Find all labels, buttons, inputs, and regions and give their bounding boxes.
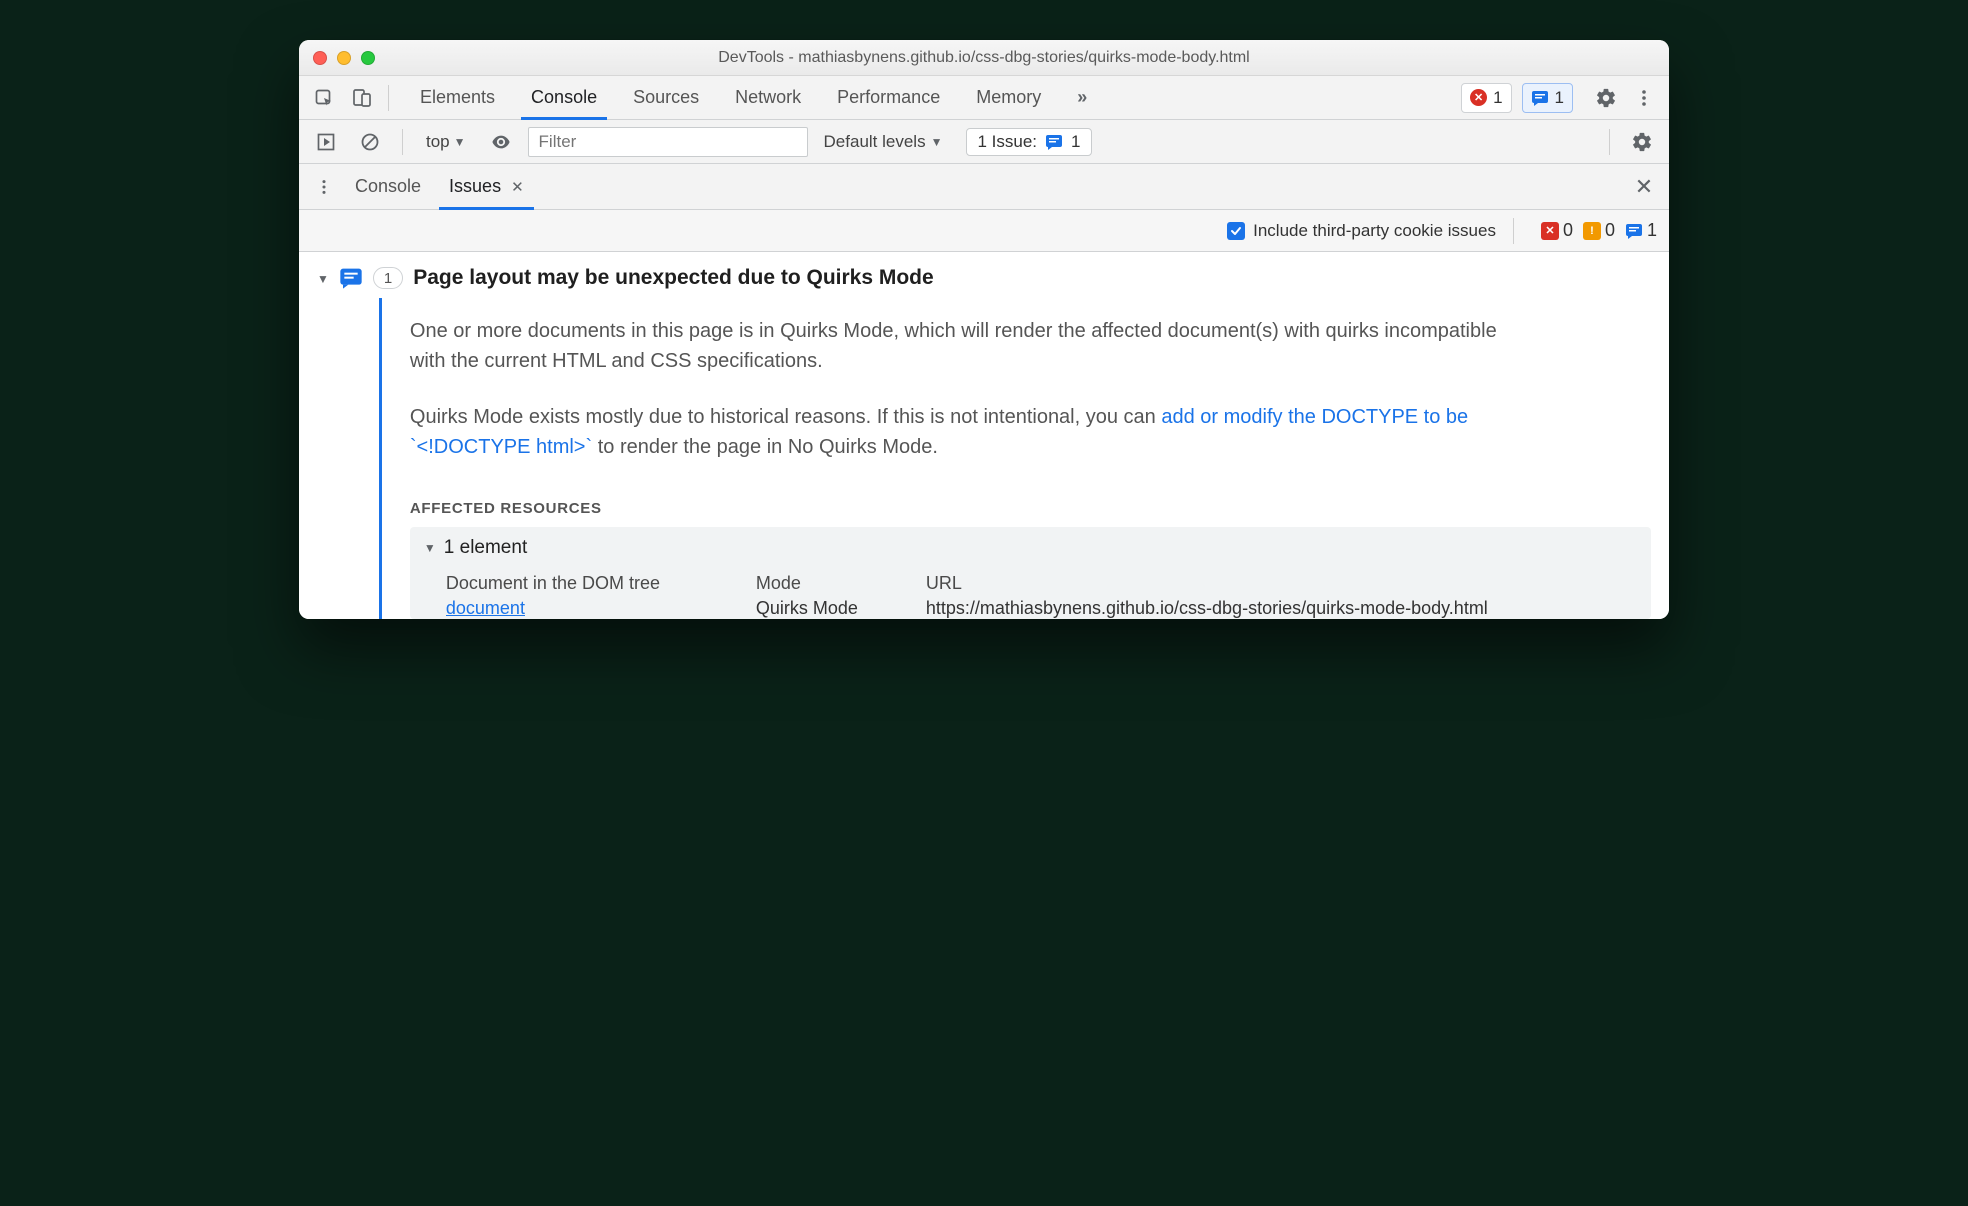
issue-header[interactable]: 1 Page layout may be unexpected due to Q… (339, 266, 1651, 290)
issue-description-1: One or more documents in this page is in… (410, 316, 1510, 376)
element-count-label: 1 element (444, 537, 527, 559)
inspect-element-icon[interactable] (307, 81, 341, 115)
more-tabs-icon[interactable]: » (1059, 76, 1105, 119)
filter-input[interactable] (528, 127, 808, 157)
issue-summary-label: 1 Issue: (977, 132, 1037, 152)
affected-resources-label: Affected Resources (410, 500, 1651, 517)
drawer-menu-icon[interactable] (307, 170, 341, 204)
issue-icon (1531, 89, 1549, 107)
tab-memory[interactable]: Memory (958, 76, 1059, 119)
tab-elements[interactable]: Elements (402, 76, 513, 119)
close-drawer-icon[interactable]: ✕ (1627, 170, 1661, 204)
affected-resources-box: ▼ 1 element Document in the DOM tree Mod… (410, 527, 1651, 619)
console-toolbar: top ▼ Default levels ▼ 1 Issue: 1 (299, 120, 1669, 164)
checkbox-checked-icon (1227, 222, 1245, 240)
issues-panel: ▼ 1 Page layout may be unexpected due to… (299, 252, 1669, 619)
errors-counter[interactable]: ✕ 1 (1461, 83, 1511, 113)
execute-icon[interactable] (309, 125, 343, 159)
error-square-icon: ✕ (1541, 222, 1559, 240)
drawer-tab-issues-label: Issues (449, 176, 501, 197)
divider (1513, 218, 1514, 244)
info-count[interactable]: 1 (1625, 220, 1657, 241)
document-link[interactable]: document (446, 598, 525, 618)
issue-count-pill: 1 (373, 267, 403, 289)
context-label: top (426, 132, 450, 152)
error-count[interactable]: ✕0 (1541, 220, 1573, 241)
cell-mode: Quirks Mode (756, 598, 906, 619)
issue-body: One or more documents in this page is in… (379, 298, 1651, 619)
titlebar: DevTools - mathiasbynens.github.io/css-d… (299, 40, 1669, 76)
col-url: URL (926, 573, 1637, 594)
issue-icon (339, 266, 363, 290)
expand-icon: ▼ (424, 541, 436, 555)
issues-toolbar: Include third-party cookie issues ✕0 !0 … (299, 210, 1669, 252)
chevron-down-icon: ▼ (931, 135, 943, 149)
drawer-tab-issues[interactable]: Issues ✕ (435, 164, 538, 209)
main-tabbar: Elements Console Sources Network Perform… (299, 76, 1669, 120)
chevron-down-icon: ▼ (454, 135, 466, 149)
live-expression-icon[interactable] (484, 125, 518, 159)
window-title: DevTools - mathiasbynens.github.io/css-d… (299, 49, 1669, 67)
main-tabs: Elements Console Sources Network Perform… (402, 76, 1105, 119)
issues-counter-top[interactable]: 1 (1522, 83, 1573, 113)
warning-square-icon: ! (1583, 222, 1601, 240)
tab-performance[interactable]: Performance (819, 76, 958, 119)
third-party-label: Include third-party cookie issues (1253, 221, 1496, 241)
levels-label: Default levels (824, 132, 926, 152)
issue-item: ▼ 1 Page layout may be unexpected due to… (317, 266, 1651, 619)
tab-console[interactable]: Console (513, 76, 615, 119)
drawer-tab-console[interactable]: Console (341, 164, 435, 209)
issue-description-2: Quirks Mode exists mostly due to histori… (410, 402, 1510, 462)
issue-icon (1045, 133, 1063, 151)
cell-url: https://mathiasbynens.github.io/css-dbg-… (926, 598, 1637, 619)
errors-count: 1 (1493, 88, 1502, 108)
issue-summary-count: 1 (1071, 132, 1080, 152)
devtools-window: DevTools - mathiasbynens.github.io/css-d… (299, 40, 1669, 619)
expand-icon[interactable]: ▼ (317, 266, 329, 286)
third-party-checkbox[interactable]: Include third-party cookie issues (1227, 221, 1496, 241)
divider (1609, 129, 1610, 155)
tab-sources[interactable]: Sources (615, 76, 717, 119)
close-tab-icon[interactable]: ✕ (511, 178, 524, 196)
issues-count-top: 1 (1555, 88, 1564, 108)
error-icon: ✕ (1470, 89, 1487, 106)
device-toolbar-icon[interactable] (345, 81, 379, 115)
col-mode: Mode (756, 573, 906, 594)
console-settings-icon[interactable] (1625, 125, 1659, 159)
divider (402, 129, 403, 155)
tab-network[interactable]: Network (717, 76, 819, 119)
issue-severity-counters: ✕0 !0 1 (1541, 220, 1657, 241)
warning-count[interactable]: !0 (1583, 220, 1615, 241)
cell-document: document (446, 598, 736, 619)
settings-icon[interactable] (1589, 81, 1623, 115)
affected-resources-table: Document in the DOM tree Mode URL docume… (446, 573, 1637, 619)
clear-console-icon[interactable] (353, 125, 387, 159)
context-selector[interactable]: top ▼ (418, 132, 474, 152)
element-group-header[interactable]: ▼ 1 element (424, 537, 1637, 559)
divider (388, 85, 389, 111)
kebab-menu-icon[interactable] (1627, 81, 1661, 115)
issue-summary-badge[interactable]: 1 Issue: 1 (966, 128, 1091, 156)
col-document: Document in the DOM tree (446, 573, 736, 594)
issue-icon (1625, 222, 1643, 240)
drawer-tabbar: Console Issues ✕ ✕ (299, 164, 1669, 210)
issue-title: Page layout may be unexpected due to Qui… (413, 266, 933, 290)
log-levels-selector[interactable]: Default levels ▼ (824, 132, 943, 152)
